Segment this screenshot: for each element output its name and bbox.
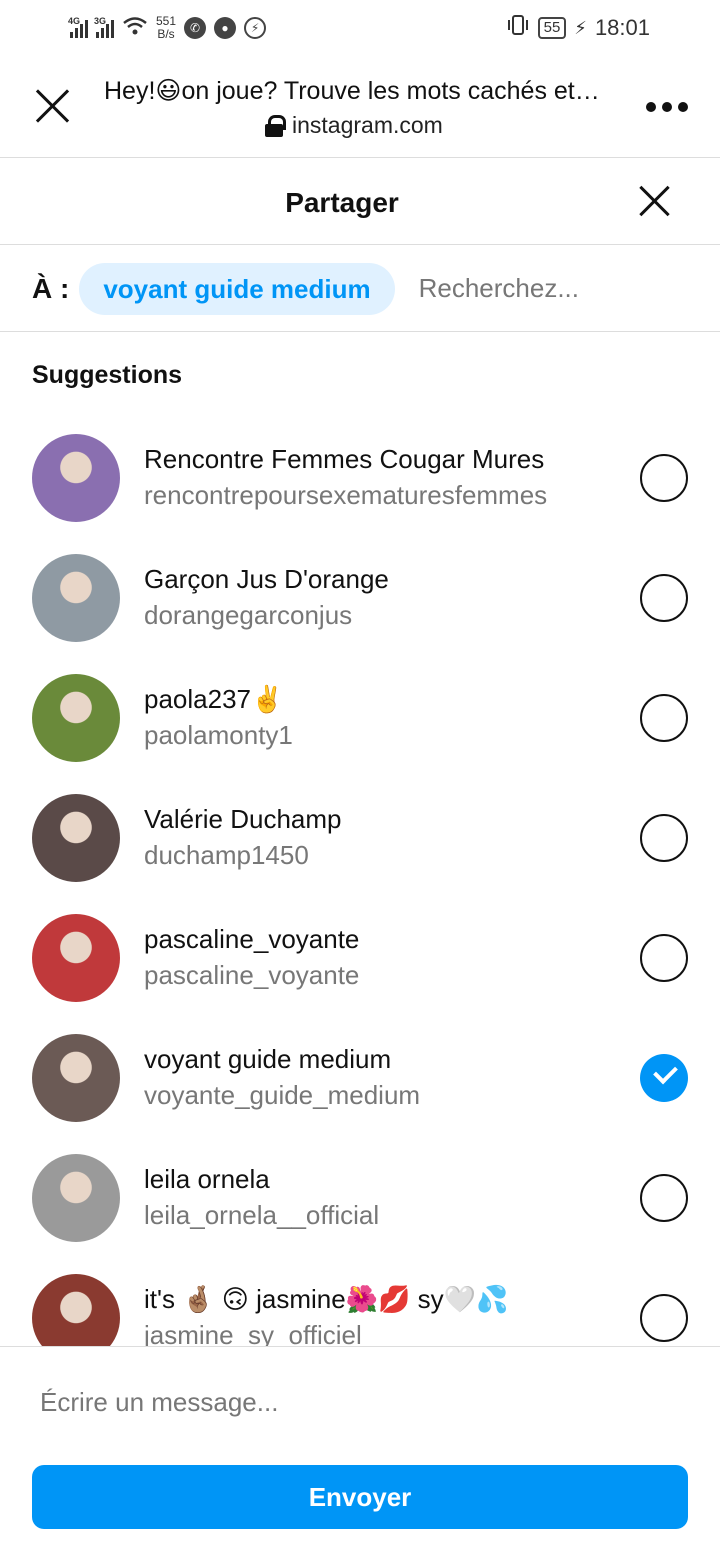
select-radio[interactable]	[640, 694, 688, 742]
suggestions-title: Suggestions	[32, 361, 183, 389]
contact-name: pascaline_voyante	[144, 924, 360, 954]
vibrate-icon	[506, 14, 530, 42]
contact-handle: pascaline_voyante	[144, 960, 360, 990]
contact-name: Valérie Duchamp	[144, 804, 342, 834]
browser-header: Hey!😃on joue? Trouve les mots cachés et……	[0, 56, 720, 158]
list-item[interactable]: pascaline_voyante pascaline_voyante	[0, 900, 720, 1020]
send-button[interactable]: Envoyer	[32, 1465, 688, 1529]
avatar	[32, 1034, 120, 1122]
contact-handle: dorangegarconjus	[144, 600, 353, 630]
contact-handle: paolamonty1	[144, 720, 293, 750]
contact-name: Rencontre Femmes Cougar Mures	[144, 444, 545, 474]
wifi-icon	[122, 16, 148, 41]
avatar	[32, 1274, 120, 1346]
contact-name: it's 🤞🏽 🙃 jasmine🌺💋 sy🤍💦	[144, 1284, 509, 1314]
close-icon[interactable]	[34, 88, 70, 124]
compose-footer: Envoyer	[0, 1346, 720, 1560]
status-left: 4G 3G 551 B/s ✆ ● ⚡	[68, 14, 267, 41]
list-item[interactable]: voyant guide medium voyante_guide_medium	[0, 1020, 720, 1140]
avatar	[32, 1154, 120, 1242]
contact-name: paola237✌️	[144, 684, 284, 714]
contact-handle: leila_ornela__official	[144, 1200, 380, 1230]
more-options-icon[interactable]	[646, 102, 688, 112]
list-item[interactable]: it's 🤞🏽 🙃 jasmine🌺💋 sy🤍💦 jasmine_sy_offi…	[0, 1260, 720, 1346]
contact-name: leila ornela	[144, 1164, 270, 1194]
clock: 18:01	[594, 15, 650, 40]
list-item[interactable]: Rencontre Femmes Cougar Mures rencontrep…	[0, 420, 720, 540]
contact-name: Garçon Jus D'orange	[144, 564, 389, 594]
page-title: Hey!😃on joue? Trouve les mots cachés et…	[104, 77, 600, 105]
share-title: Partager	[285, 187, 399, 218]
recipient-chip[interactable]: voyant guide medium	[79, 262, 395, 315]
list-item[interactable]: paola237✌️ paolamonty1	[0, 660, 720, 780]
select-radio[interactable]	[640, 814, 688, 862]
suggestions-list: Rencontre Femmes Cougar Mures rencontrep…	[0, 420, 720, 1346]
contact-handle: voyante_guide_medium	[144, 1080, 421, 1110]
whatsapp-icon: ✆	[184, 17, 207, 39]
recipient-row: À : voyant guide medium	[0, 246, 720, 332]
battery-level: 55	[537, 17, 567, 39]
select-radio[interactable]	[640, 934, 688, 982]
share-header: Partager	[0, 159, 720, 245]
close-share-icon[interactable]	[638, 185, 670, 217]
contact-handle: duchamp1450	[144, 840, 309, 870]
avatar	[32, 794, 120, 882]
avatar	[32, 674, 120, 762]
charging-icon: ⚡	[574, 17, 587, 38]
avatar	[32, 914, 120, 1002]
messenger-icon: ⚡	[244, 17, 267, 39]
contact-handle: jasmine_sy_officiel_	[144, 1320, 377, 1346]
message-input[interactable]	[40, 1387, 680, 1418]
network-speed: 551 B/s	[156, 14, 177, 41]
select-radio[interactable]	[640, 1174, 688, 1222]
select-radio[interactable]	[640, 1054, 688, 1102]
url-bar: instagram.com	[264, 112, 443, 139]
list-item[interactable]: leila ornela leila_ornela__official	[0, 1140, 720, 1260]
contact-name: voyant guide medium	[144, 1044, 392, 1074]
to-label: À :	[32, 272, 70, 304]
select-radio[interactable]	[640, 454, 688, 502]
avatar	[32, 554, 120, 642]
select-radio[interactable]	[640, 1294, 688, 1342]
signal-4g-icon: 4G	[68, 16, 88, 38]
signal-3g-icon: 3G	[94, 16, 114, 38]
avatar	[32, 434, 120, 522]
url-text: instagram.com	[292, 112, 443, 138]
status-right: 55 ⚡ 18:01	[506, 14, 650, 42]
contact-handle: rencontrepoursexematuresfemmes	[144, 480, 548, 510]
select-radio[interactable]	[640, 574, 688, 622]
search-input[interactable]	[418, 273, 649, 304]
lock-icon	[264, 114, 286, 137]
chat-icon: ●	[214, 17, 237, 39]
list-item[interactable]: Valérie Duchamp duchamp1450	[0, 780, 720, 900]
status-bar: 4G 3G 551 B/s ✆ ● ⚡ 55 ⚡ 18:01	[0, 0, 720, 56]
list-item[interactable]: Garçon Jus D'orange dorangegarconjus	[0, 540, 720, 660]
